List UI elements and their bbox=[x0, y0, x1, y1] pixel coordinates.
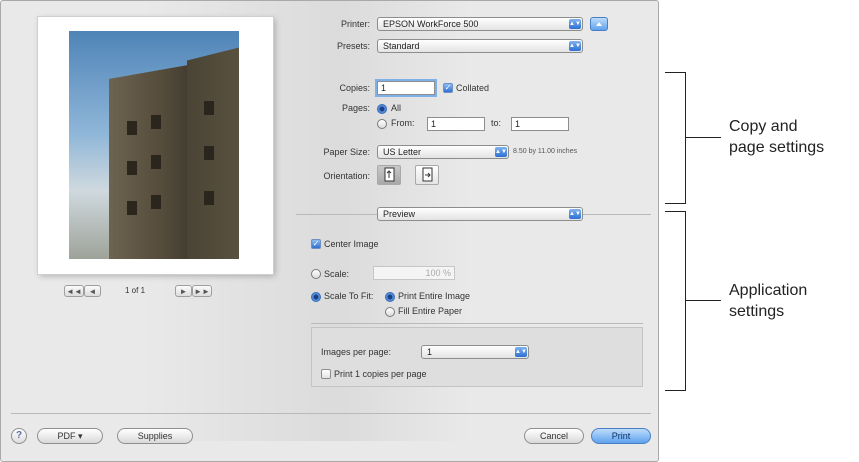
paper-size-label: Paper Size: bbox=[323, 147, 370, 157]
paper-size-value: US Letter bbox=[383, 147, 422, 157]
print-copies-label: Print 1 copies per page bbox=[334, 369, 427, 379]
window bbox=[127, 201, 137, 215]
window bbox=[204, 146, 214, 160]
disclosure-button[interactable] bbox=[590, 17, 608, 31]
scale-label: Scale: bbox=[324, 269, 350, 279]
scale-to-fit-label: Scale To Fit: bbox=[324, 291, 374, 301]
copies-label: Copies: bbox=[339, 83, 370, 93]
presets-value: Standard bbox=[383, 41, 420, 51]
pages-to-label: to: bbox=[491, 118, 502, 128]
fill-entire-paper-label: Fill Entire Paper bbox=[398, 306, 463, 316]
print-entire-image-radio[interactable] bbox=[385, 292, 395, 302]
pages-all-label: All bbox=[391, 103, 402, 113]
window bbox=[151, 115, 161, 129]
fill-entire-paper-radio[interactable] bbox=[385, 307, 395, 317]
last-page-button[interactable]: ►► bbox=[192, 285, 212, 297]
collated-checkbox[interactable]: ✓ bbox=[443, 83, 453, 93]
window bbox=[127, 161, 137, 175]
scale-to-fit-radio[interactable] bbox=[311, 292, 321, 302]
pages-from-label: From: bbox=[391, 118, 415, 128]
pages-to-input[interactable]: 1 bbox=[511, 117, 569, 131]
printer-value: EPSON WorkForce 500 bbox=[383, 19, 479, 29]
popup-arrows-icon: ▲▼ bbox=[569, 19, 581, 29]
window bbox=[151, 195, 161, 209]
print-entire-image-label: Print Entire Image bbox=[398, 291, 471, 301]
paper-size-popup[interactable]: US Letter ▲▼ bbox=[377, 145, 509, 159]
window bbox=[204, 191, 214, 205]
print-button[interactable]: Print bbox=[591, 428, 651, 444]
first-page-button[interactable]: ◄◄ bbox=[64, 285, 84, 297]
application-settings-callout: Application settings bbox=[729, 282, 808, 320]
pdf-button[interactable]: PDF ▾ bbox=[37, 428, 103, 444]
section-popup-value: Preview bbox=[383, 209, 416, 219]
subpanel-separator bbox=[311, 323, 643, 324]
copy-settings-bracket bbox=[665, 72, 686, 204]
images-per-page-value: 1 bbox=[427, 347, 433, 357]
popup-arrows-icon: ▲▼ bbox=[569, 209, 581, 219]
printer-label: Printer: bbox=[340, 19, 370, 29]
popup-arrows-icon: ▲▼ bbox=[515, 347, 527, 357]
images-per-page-label: Images per page: bbox=[321, 347, 392, 357]
application-settings-leader bbox=[685, 300, 721, 301]
copies-input[interactable]: 1 bbox=[377, 81, 435, 95]
orientation-portrait-button[interactable] bbox=[377, 165, 401, 185]
presets-label: Presets: bbox=[336, 41, 370, 51]
orientation-landscape-button[interactable] bbox=[415, 165, 439, 185]
popup-arrows-icon: ▲▼ bbox=[495, 147, 507, 157]
copy-settings-leader bbox=[685, 137, 721, 138]
images-per-page-popup[interactable]: 1 ▲▼ bbox=[421, 345, 529, 359]
print-dialog: ◄◄ ◄ 1 of 1 ► ►► Printer: EPSON WorkForc… bbox=[0, 0, 659, 462]
pages-all-radio[interactable] bbox=[377, 104, 387, 114]
presets-popup[interactable]: Standard ▲▼ bbox=[377, 39, 583, 53]
portrait-icon bbox=[384, 167, 395, 182]
prev-page-button[interactable]: ◄ bbox=[84, 285, 101, 297]
collated-label: Collated bbox=[456, 83, 490, 93]
window bbox=[204, 101, 214, 115]
print-copies-checkbox[interactable]: ✓ bbox=[321, 369, 331, 379]
cancel-button[interactable]: Cancel bbox=[524, 428, 584, 444]
page-indicator: 1 of 1 bbox=[125, 286, 146, 295]
bottom-separator bbox=[11, 413, 651, 414]
application-settings-bracket bbox=[665, 211, 686, 391]
center-image-label: Center Image bbox=[324, 239, 379, 249]
pages-label: Pages: bbox=[341, 103, 370, 113]
window bbox=[151, 155, 161, 169]
paper-dimensions: 8.50 by 11.00 inches bbox=[513, 148, 578, 155]
supplies-button[interactable]: Supplies bbox=[117, 428, 193, 444]
landscape-icon bbox=[422, 167, 433, 182]
window bbox=[127, 121, 137, 135]
orientation-label: Orientation: bbox=[323, 171, 370, 181]
pages-from-radio[interactable] bbox=[377, 119, 387, 129]
center-image-checkbox[interactable]: ✓ bbox=[311, 239, 321, 249]
pages-from-input[interactable]: 1 bbox=[427, 117, 485, 131]
popup-arrows-icon: ▲▼ bbox=[569, 41, 581, 51]
copy-settings-callout: Copy and page settings bbox=[729, 118, 825, 156]
next-page-button[interactable]: ► bbox=[175, 285, 192, 297]
printer-popup[interactable]: EPSON WorkForce 500 ▲▼ bbox=[377, 17, 583, 31]
preview-image bbox=[69, 31, 239, 259]
help-button[interactable]: ? bbox=[11, 428, 27, 444]
scale-input[interactable]: 100 % bbox=[373, 266, 455, 280]
scale-radio[interactable] bbox=[311, 269, 321, 279]
section-popup[interactable]: Preview ▲▼ bbox=[377, 207, 583, 221]
